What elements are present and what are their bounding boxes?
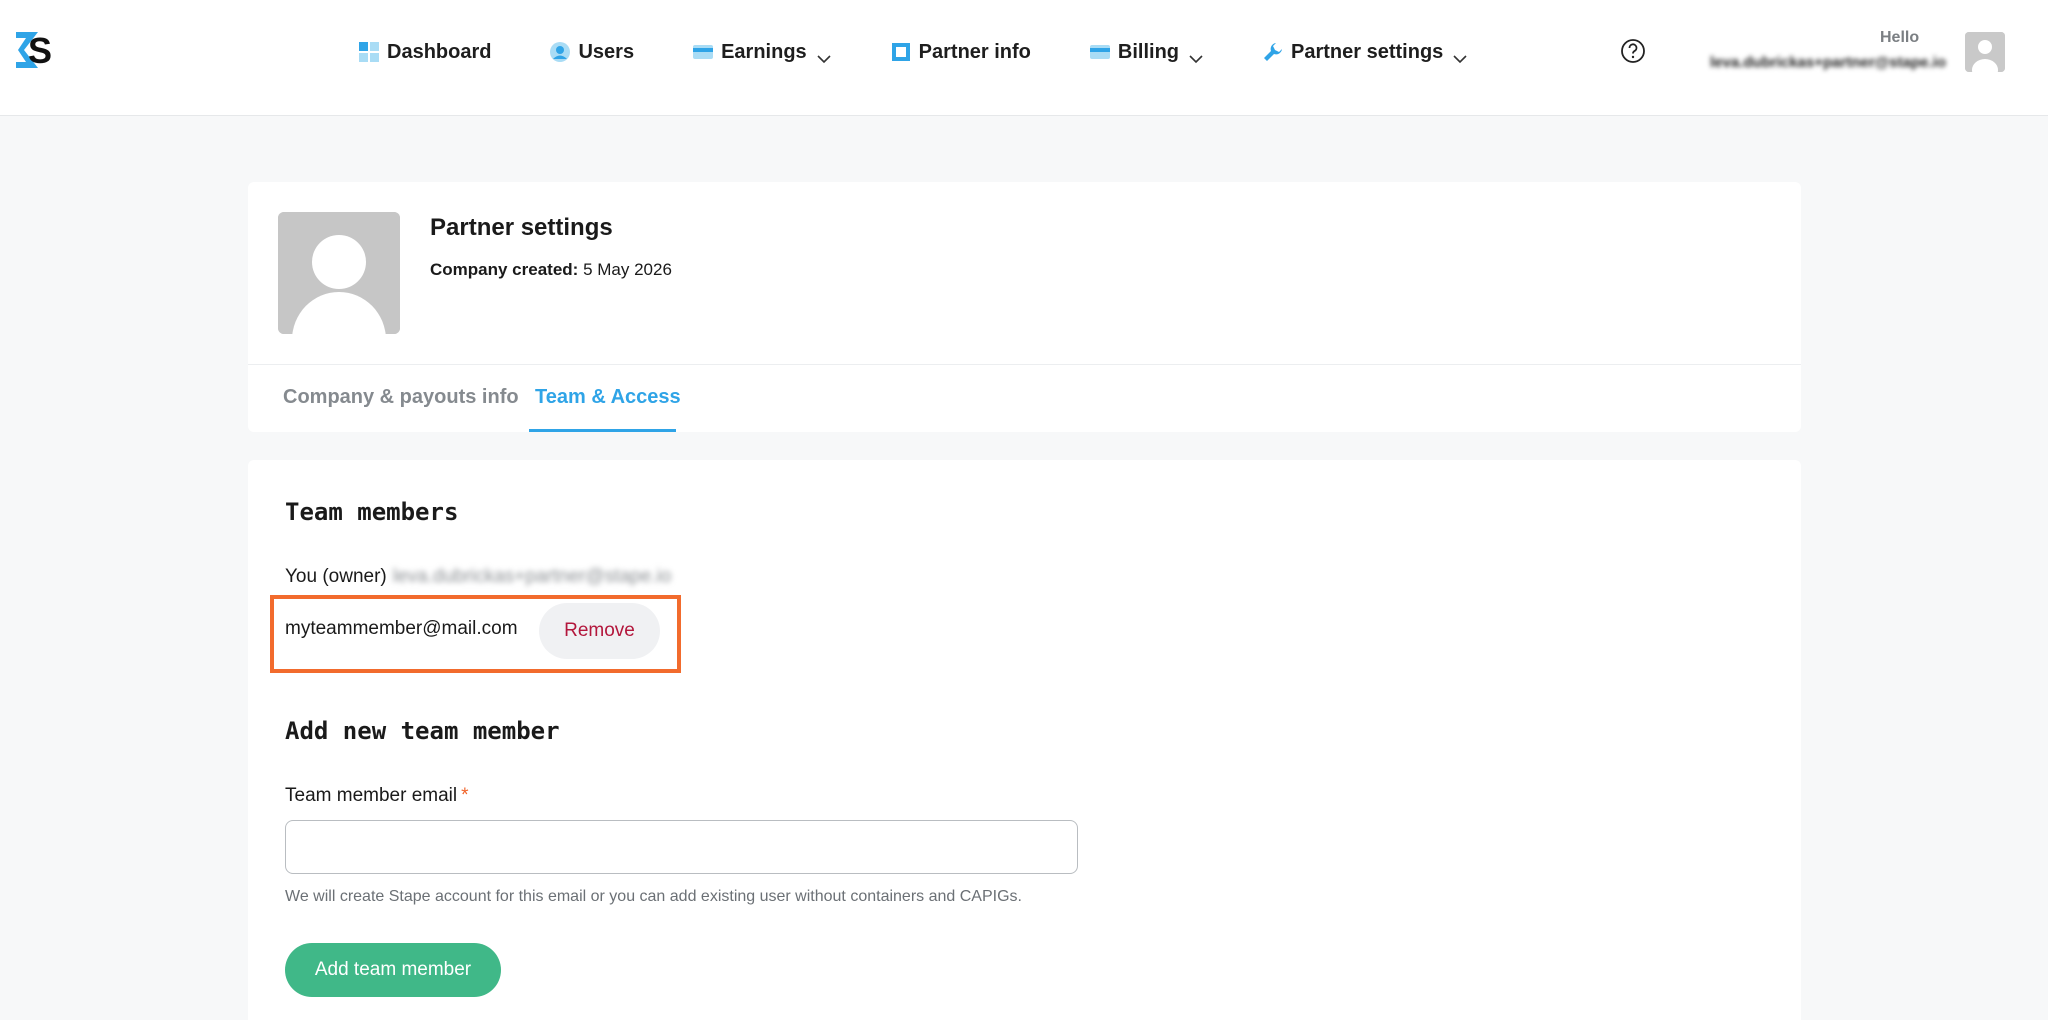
nav-item-partner-info[interactable]: Partner info <box>890 41 1031 64</box>
page-title: Partner settings <box>430 214 613 241</box>
nav-label: Partner settings <box>1291 40 1444 63</box>
dashboard-icon <box>358 41 380 63</box>
team-member-email: myteammember@mail.com <box>285 618 518 639</box>
required-mark: * <box>461 785 469 806</box>
wrench-icon <box>1262 41 1284 63</box>
field-label-text: Team member email <box>285 785 458 806</box>
add-member-title: Add new team member <box>285 717 560 745</box>
owner-label: You (owner) <box>285 566 387 587</box>
team-access-card: Team members You (owner) leva.dubrickas+p… <box>248 460 1801 1020</box>
divider <box>248 364 1801 365</box>
email-hint: We will create Stape account for this em… <box>285 888 1022 905</box>
card-icon <box>1089 41 1111 63</box>
card-icon <box>692 41 714 63</box>
nav-item-users[interactable]: Users <box>549 41 634 64</box>
partner-header-card: Partner settings Company created: 5 May … <box>248 182 1801 432</box>
remove-member-button[interactable]: Remove <box>539 603 660 659</box>
stape-logo-icon[interactable]: S <box>16 30 56 71</box>
team-member-email-label: Team member email * <box>285 785 469 807</box>
user-email[interactable]: leva.dubrickas+partner@stape.io <box>1706 54 1946 72</box>
chevron-down-icon <box>816 47 832 64</box>
team-member-email-input[interactable] <box>285 820 1078 874</box>
nav-item-earnings[interactable]: Earnings <box>692 41 832 64</box>
active-tab-indicator <box>529 429 676 432</box>
profile-picture <box>278 212 400 334</box>
owner-row: You (owner) leva.dubrickas+partner@stape.… <box>285 566 671 588</box>
nav-label: Users <box>578 40 635 63</box>
tab-company-payouts[interactable]: Company & payouts info <box>283 386 519 409</box>
nav-label: Billing <box>1117 40 1180 63</box>
top-navigation-bar: S Dashboard Users Earnings Partner info … <box>0 0 2048 116</box>
chevron-down-icon <box>1188 47 1204 64</box>
company-created-value: 5 May 2026 <box>583 260 672 279</box>
main-nav: Dashboard Users Earnings Partner info Bi… <box>358 34 1468 70</box>
owner-email: leva.dubrickas+partner@stape.io <box>392 566 672 587</box>
help-icon[interactable] <box>1620 38 1646 64</box>
greeting-text: Hello <box>1880 29 1920 46</box>
company-created: Company created: 5 May 2026 <box>430 260 672 280</box>
chevron-down-icon <box>1452 47 1468 64</box>
add-team-member-button[interactable]: Add team member <box>285 943 501 997</box>
nav-label: Partner info <box>918 40 1031 63</box>
nav-item-partner-settings[interactable]: Partner settings <box>1262 41 1468 64</box>
nav-item-billing[interactable]: Billing <box>1089 41 1204 64</box>
tab-team-access[interactable]: Team & Access <box>535 386 681 409</box>
users-icon <box>549 41 571 63</box>
avatar[interactable] <box>1965 32 2005 72</box>
company-created-label: Company created: <box>430 260 579 279</box>
nav-item-dashboard[interactable]: Dashboard <box>358 41 491 64</box>
nav-label: Earnings <box>721 40 807 63</box>
nav-label: Dashboard <box>387 40 492 63</box>
square-icon <box>890 41 912 63</box>
team-members-title: Team members <box>285 498 459 526</box>
svg-text:S: S <box>28 30 52 70</box>
